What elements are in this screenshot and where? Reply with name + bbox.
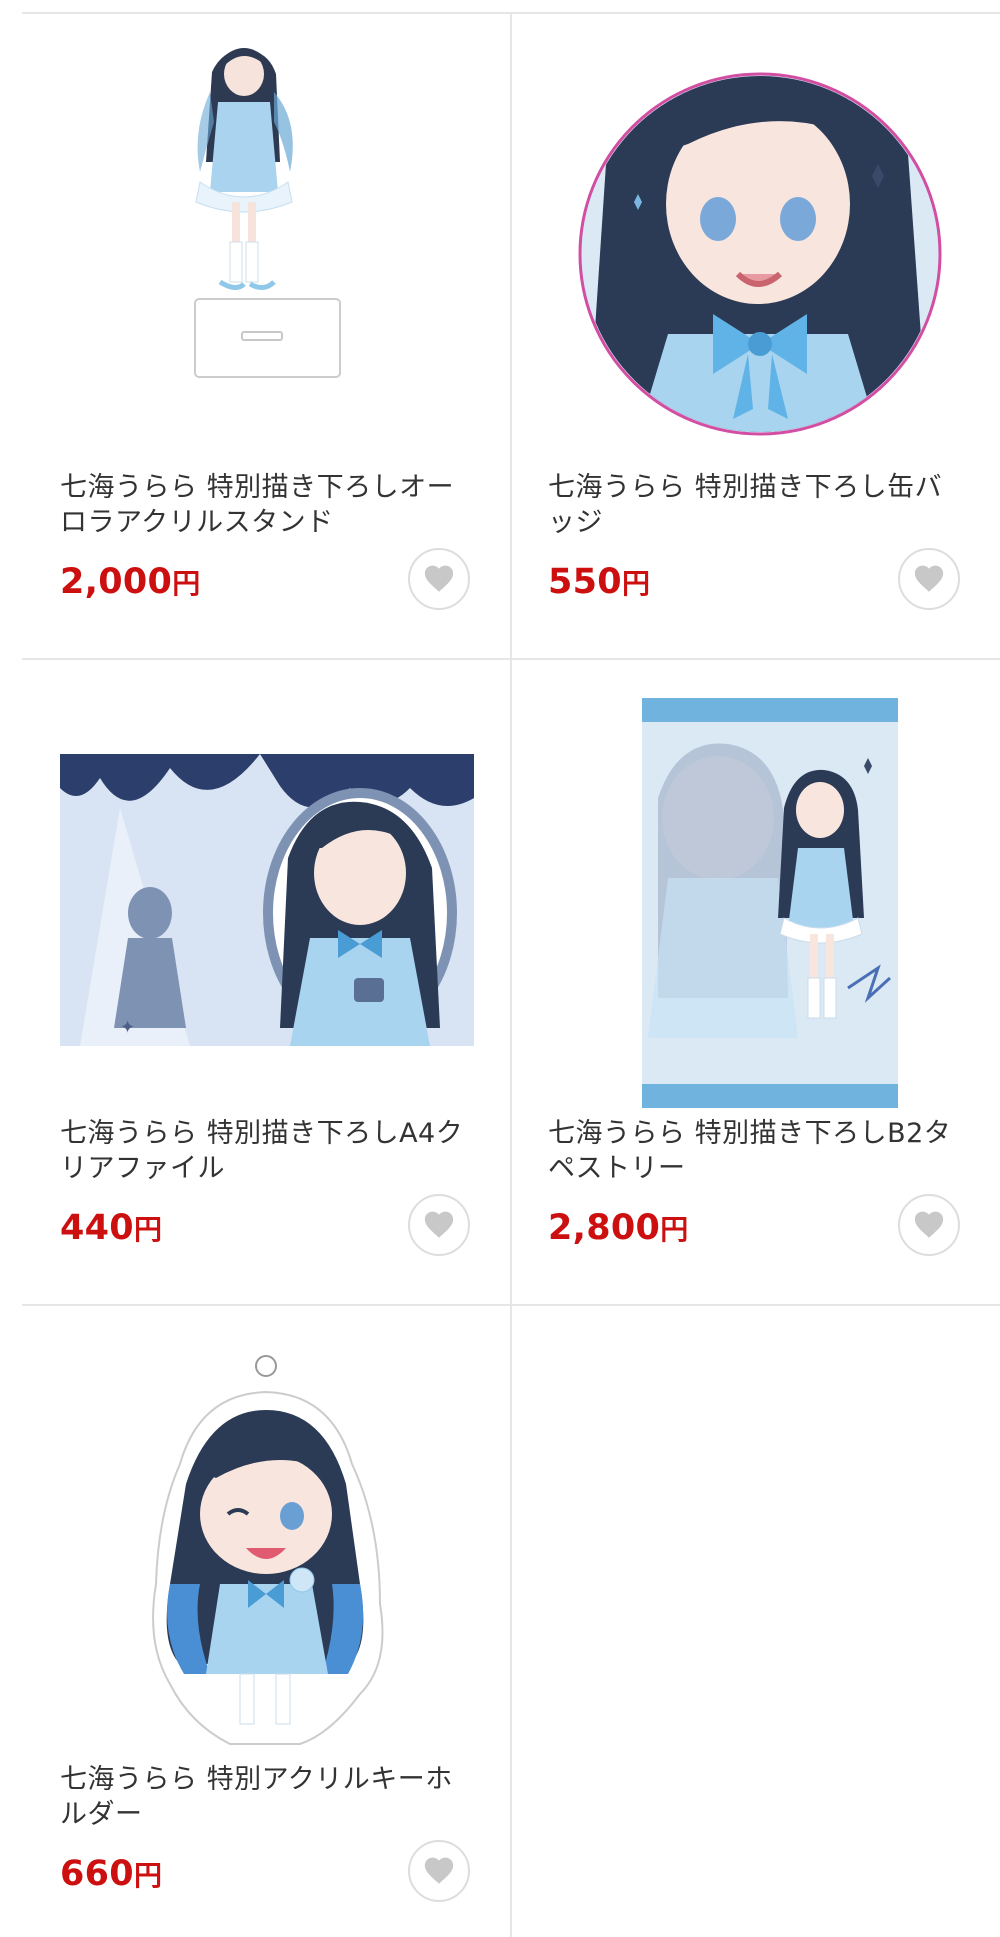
price-currency: 円 xyxy=(660,1213,689,1246)
product-image[interactable]: ✦ xyxy=(60,698,474,1128)
favorite-button[interactable] xyxy=(408,1194,470,1256)
price-value: 2,800 xyxy=(548,1208,661,1248)
product-card[interactable]: 七海うらら 特別描き下ろしオーロラアクリルスタンド 2,000円 xyxy=(22,14,512,660)
heart-icon xyxy=(914,565,944,592)
favorite-button[interactable] xyxy=(898,1194,960,1256)
product-card[interactable]: 七海うらら 特別描き下ろしB2タペストリー 2,800円 xyxy=(512,660,1000,1306)
favorite-button[interactable] xyxy=(408,1840,470,1902)
heart-icon xyxy=(914,1211,944,1238)
empty-slot xyxy=(512,1306,1000,1937)
price-value: 550 xyxy=(548,562,622,602)
product-image[interactable] xyxy=(548,698,962,1128)
product-image[interactable] xyxy=(60,14,474,444)
favorite-button[interactable] xyxy=(408,548,470,610)
heart-icon xyxy=(424,565,454,592)
heart-icon xyxy=(424,1857,454,1884)
product-price: 440円 xyxy=(60,1208,162,1248)
price-value: 660 xyxy=(60,1854,134,1894)
product-card[interactable]: ✦ 七海うらら 特別描き下ろしA4クリアファイル 440円 xyxy=(22,660,512,1306)
product-title[interactable]: 七海うらら 特別描き下ろしA4クリアファイル xyxy=(60,1116,480,1186)
price-value: 440 xyxy=(60,1208,134,1248)
price-value: 2,000 xyxy=(60,562,173,602)
product-card[interactable]: 七海うらら 特別アクリルキーホルダー 660円 xyxy=(22,1306,512,1937)
product-title[interactable]: 七海うらら 特別描き下ろし缶バッジ xyxy=(548,470,968,540)
product-image[interactable] xyxy=(60,1344,474,1774)
favorite-button[interactable] xyxy=(898,548,960,610)
price-currency: 円 xyxy=(133,1213,163,1246)
product-list-page: 七海うらら 特別描き下ろしオーロラアクリルスタンド 2,000円 七海うらら 特… xyxy=(0,0,1000,1937)
product-price: 2,000円 xyxy=(60,562,201,602)
product-price: 660円 xyxy=(60,1854,162,1894)
product-price: 2,800円 xyxy=(548,1208,689,1248)
product-title[interactable]: 七海うらら 特別アクリルキーホルダー xyxy=(60,1762,480,1832)
price-currency: 円 xyxy=(133,1859,163,1892)
product-image[interactable] xyxy=(548,14,962,444)
product-title[interactable]: 七海うらら 特別描き下ろしオーロラアクリルスタンド xyxy=(60,470,480,540)
product-card[interactable]: 七海うらら 特別描き下ろし缶バッジ 550円 xyxy=(512,14,1000,660)
heart-icon xyxy=(424,1211,454,1238)
product-price: 550円 xyxy=(548,562,650,602)
price-currency: 円 xyxy=(621,567,651,600)
product-grid: 七海うらら 特別描き下ろしオーロラアクリルスタンド 2,000円 七海うらら 特… xyxy=(22,14,1000,1937)
svg-text:✦: ✦ xyxy=(120,1017,135,1038)
price-currency: 円 xyxy=(172,567,201,600)
product-title[interactable]: 七海うらら 特別描き下ろしB2タペストリー xyxy=(548,1116,968,1186)
